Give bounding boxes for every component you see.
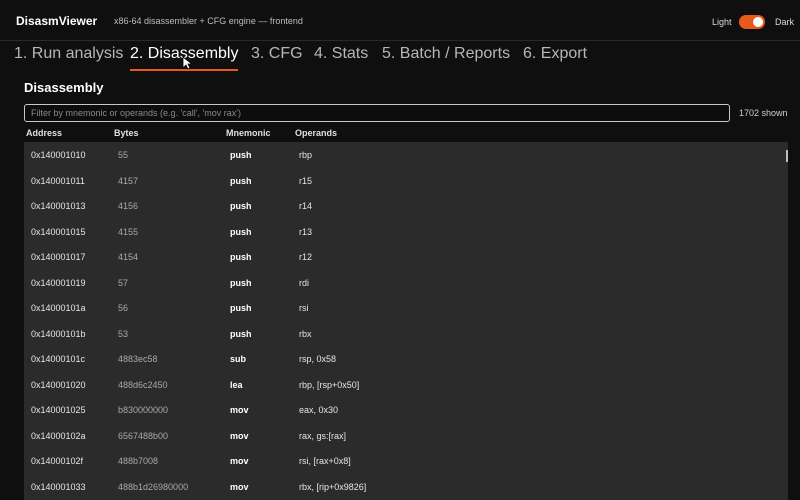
address-cell: 0x140001011 [31,175,85,186]
operands-cell: r14 [299,201,313,211]
mnemonic-cell: push [230,150,252,160]
bytes-cell: 488b7008 [118,456,159,466]
bytes-cell: 488b1d26980000 [118,481,189,492]
address-cell: 0x140001017 [31,252,86,262]
address-cell: 0x140001019 [31,277,86,288]
bytes-cell: 56 [118,303,129,313]
tab-batch-reports[interactable]: 5. Batch / Reports [382,44,510,70]
bytes-cell: 53 [118,328,129,339]
tab-run-analysis[interactable]: 1. Run analysis [14,44,123,70]
table-row[interactable]: 0x140001020 488d6c2450 lea rbp, [rsp+0x5… [24,372,788,397]
table-row[interactable]: 0x14000101a 56 push rsi [24,295,788,320]
mnemonic-cell: push [230,175,252,186]
bytes-cell: 4154 [118,252,139,262]
theme-toggle[interactable] [739,15,765,29]
mnemonic-cell: push [230,303,252,313]
bytes-cell: 6567488b00 [118,430,169,441]
mnemonic-cell: push [230,226,252,237]
address-cell: 0x140001025 [31,405,86,415]
operands-cell: r13 [299,226,313,237]
mnemonic-cell: lea [230,379,243,390]
mnemonic-cell: push [230,328,252,339]
bytes-cell: 4883ec58 [118,354,158,364]
table-row[interactable]: 0x14000102a 6567488b00 mov rax, gs:[rax] [24,423,788,448]
mouse-cursor-icon [182,56,192,70]
operands-cell: r15 [299,175,313,186]
operands-cell: rsi, [rax+0x8] [299,456,351,466]
column-header-bytes: Bytes [114,128,139,138]
table-row[interactable]: 0x14000102f 488b7008 mov rsi, [rax+0x8] [24,448,788,473]
operands-cell: rbp, [rsp+0x50] [299,379,360,390]
operands-cell: rsi [299,303,309,313]
address-cell: 0x14000102f [31,456,84,466]
table-row[interactable]: 0x140001019 57 push rdi [24,270,788,295]
address-cell: 0x14000101a [31,303,86,313]
table-row[interactable]: 0x140001011 4157 push r15 [24,168,788,193]
theme-light-label: Light [712,17,732,27]
disassembly-table-body[interactable]: 0x140001010 55 push rbp 0x140001011 4157… [24,142,788,500]
bytes-cell: 4157 [118,175,139,186]
bytes-cell: 4155 [118,226,139,237]
app-subtitle: x86-64 disassembler + CFG engine — front… [114,16,303,26]
operands-cell: rbx, [rip+0x9826] [299,481,367,492]
table-row[interactable]: 0x14000101c 4883ec58 sub rsp, 0x58 [24,346,788,371]
mnemonic-cell: push [230,252,252,262]
operands-cell: eax, 0x30 [299,405,339,415]
bytes-cell: 55 [118,150,129,160]
mnemonic-cell: mov [230,481,249,492]
mnemonic-cell: mov [230,405,249,415]
mnemonic-cell: mov [230,430,249,441]
mnemonic-cell: sub [230,354,247,364]
column-header-mnemonic: Mnemonic [226,128,271,138]
tab-stats[interactable]: 4. Stats [314,44,368,70]
address-cell: 0x140001015 [31,226,86,237]
bytes-cell: 57 [118,277,129,288]
table-row[interactable]: 0x14000101b 53 push rbx [24,321,788,346]
address-cell: 0x140001010 [31,150,86,160]
operands-cell: rsp, 0x58 [299,354,337,364]
section-title: Disassembly [24,80,104,95]
app-title: DisasmViewer [16,14,98,28]
tab-cfg[interactable]: 3. CFG [251,44,303,70]
theme-dark-label: Dark [775,17,795,27]
operands-cell: rbx [299,328,312,339]
top-bar: DisasmViewer x86-64 disassembler + CFG e… [0,0,800,41]
bytes-cell: 4156 [118,201,139,211]
bytes-cell: 488d6c2450 [118,379,168,390]
column-header-address: Address [26,128,63,138]
table-row[interactable]: 0x140001013 4156 push r14 [24,193,788,218]
table-row[interactable]: 0x140001033 488b1d26980000 mov rbx, [rip… [24,474,788,499]
bytes-cell: b830000000 [118,405,169,415]
address-cell: 0x140001013 [31,201,86,211]
table-scrollbar[interactable] [786,150,788,162]
table-row[interactable]: 0x140001015 4155 push r13 [24,219,788,244]
table-row[interactable]: 0x140001025 b830000000 mov eax, 0x30 [24,397,788,422]
address-cell: 0x14000101c [31,354,86,364]
operands-cell: r12 [299,252,313,262]
mnemonic-cell: push [230,201,252,211]
table-row[interactable]: 0x140001010 55 push rbp [24,142,788,167]
shown-count: 1702 shown [739,108,788,118]
address-cell: 0x140001033 [31,481,86,492]
operands-cell: rbp [299,150,313,160]
table-header: Address Bytes Mnemonic Operands [0,128,800,142]
mnemonic-cell: push [230,277,252,288]
operands-cell: rax, gs:[rax] [299,430,347,441]
address-cell: 0x14000101b [31,328,86,339]
address-cell: 0x14000102a [31,430,86,441]
operands-cell: rdi [299,277,310,288]
filter-input[interactable] [24,104,730,122]
address-cell: 0x140001020 [31,379,86,390]
tab-export[interactable]: 6. Export [523,44,587,70]
toggle-knob [753,17,763,27]
mnemonic-cell: mov [230,456,249,466]
table-row[interactable]: 0x140001017 4154 push r12 [24,244,788,269]
column-header-operands: Operands [295,128,338,138]
